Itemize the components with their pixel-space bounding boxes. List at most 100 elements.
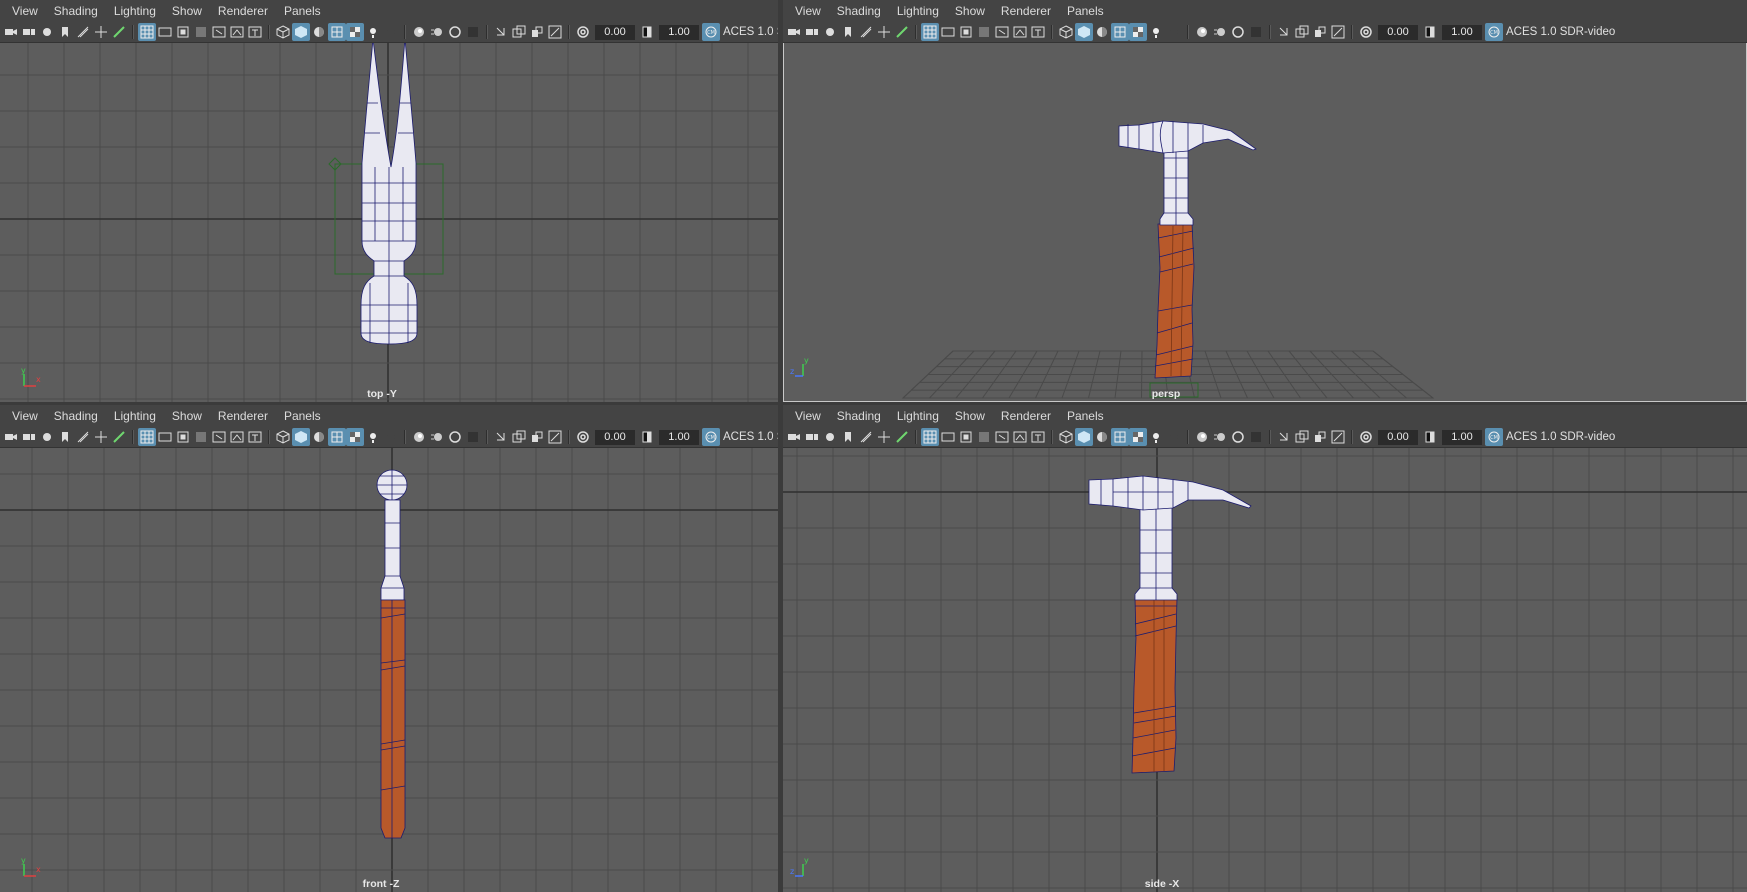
use-all-lights-icon[interactable] (364, 428, 382, 446)
menu-show[interactable]: Show (164, 405, 210, 427)
isolate-select-icon[interactable] (492, 428, 510, 446)
viewport-panel-front[interactable]: View Shading Lighting Show Renderer Pane… (0, 405, 778, 892)
gamma-field[interactable] (1442, 24, 1482, 40)
anti-aliasing-icon[interactable] (1229, 23, 1247, 41)
safe-action-icon[interactable] (1011, 428, 1029, 446)
gate-mask-icon[interactable] (975, 428, 993, 446)
menu-view[interactable]: View (787, 405, 829, 427)
isolate-select-icon[interactable] (492, 23, 510, 41)
grid-icon[interactable] (138, 23, 156, 41)
image-plane-icon[interactable] (857, 23, 875, 41)
field-chart-icon[interactable] (210, 23, 228, 41)
camera-attributes-icon[interactable] (20, 23, 38, 41)
smooth-shade-icon[interactable] (1075, 23, 1093, 41)
smooth-shade-icon[interactable] (1075, 428, 1093, 446)
menu-show[interactable]: Show (947, 0, 993, 22)
motion-blur-icon[interactable] (1211, 428, 1229, 446)
exposure-icon[interactable] (1357, 23, 1375, 41)
menu-shading[interactable]: Shading (46, 405, 106, 427)
field-chart-icon[interactable] (993, 23, 1011, 41)
shadows-icon[interactable] (382, 23, 400, 41)
wireframe-icon[interactable] (274, 428, 292, 446)
default-material-icon[interactable] (1093, 428, 1111, 446)
resolution-gate-icon[interactable] (957, 428, 975, 446)
shadows-icon[interactable] (382, 428, 400, 446)
default-material-icon[interactable] (310, 428, 328, 446)
menu-shading[interactable]: Shading (46, 0, 106, 22)
color-management-icon[interactable]: CM (702, 23, 720, 41)
xray-joints-icon[interactable] (1329, 23, 1347, 41)
motion-blur-icon[interactable] (428, 23, 446, 41)
select-camera-icon[interactable] (2, 428, 20, 446)
image-plane-icon[interactable] (74, 428, 92, 446)
depth-of-field-icon[interactable] (1247, 23, 1265, 41)
screen-space-ao-icon[interactable] (1193, 428, 1211, 446)
xray-icon[interactable] (1293, 23, 1311, 41)
menu-shading[interactable]: Shading (829, 405, 889, 427)
depth-of-field-icon[interactable] (464, 23, 482, 41)
film-gate-icon[interactable] (156, 23, 174, 41)
viewport-top[interactable]: top -Y y x (0, 43, 778, 402)
menu-view[interactable]: View (4, 405, 46, 427)
xray-active-components-icon[interactable] (528, 23, 546, 41)
menu-renderer[interactable]: Renderer (210, 0, 276, 22)
screen-space-ao-icon[interactable] (410, 428, 428, 446)
wireframe-on-shaded-icon[interactable] (328, 23, 346, 41)
screen-space-ao-icon[interactable] (1193, 23, 1211, 41)
bookmark-icon[interactable] (839, 428, 857, 446)
textured-icon[interactable] (1129, 428, 1147, 446)
menu-lighting[interactable]: Lighting (106, 405, 164, 427)
gate-mask-icon[interactable] (192, 23, 210, 41)
safe-title-icon[interactable] (1029, 428, 1047, 446)
color-management-icon[interactable]: CM (702, 428, 720, 446)
exposure-field[interactable] (1378, 24, 1418, 40)
film-gate-icon[interactable] (939, 23, 957, 41)
menu-lighting[interactable]: Lighting (106, 0, 164, 22)
gamma-field[interactable] (1442, 429, 1482, 445)
menu-view[interactable]: View (4, 0, 46, 22)
image-plane-icon[interactable] (74, 23, 92, 41)
anti-aliasing-icon[interactable] (1229, 428, 1247, 446)
safe-title-icon[interactable] (246, 428, 264, 446)
menu-panels[interactable]: Panels (276, 405, 329, 427)
menu-view[interactable]: View (787, 0, 829, 22)
menu-renderer[interactable]: Renderer (993, 0, 1059, 22)
gamma-icon[interactable] (1421, 23, 1439, 41)
exposure-field[interactable] (595, 24, 635, 40)
smooth-shade-icon[interactable] (292, 23, 310, 41)
screen-space-ao-icon[interactable] (410, 23, 428, 41)
textured-icon[interactable] (1129, 23, 1147, 41)
bookmarks-icon[interactable] (821, 23, 839, 41)
2d-pan-zoom-icon[interactable] (875, 428, 893, 446)
menu-panels[interactable]: Panels (1059, 0, 1112, 22)
wireframe-on-shaded-icon[interactable] (328, 428, 346, 446)
shadows-icon[interactable] (1165, 23, 1183, 41)
gamma-icon[interactable] (1421, 428, 1439, 446)
gamma-field[interactable] (659, 429, 699, 445)
select-camera-icon[interactable] (2, 23, 20, 41)
textured-icon[interactable] (346, 428, 364, 446)
use-all-lights-icon[interactable] (1147, 428, 1165, 446)
viewport-persp[interactable]: persp y z (783, 43, 1747, 402)
anti-aliasing-icon[interactable] (446, 23, 464, 41)
color-space-label[interactable]: ACES 1.0 SDR-video (723, 431, 778, 443)
isolate-select-icon[interactable] (1275, 428, 1293, 446)
gamma-icon[interactable] (638, 23, 656, 41)
select-camera-icon[interactable] (785, 23, 803, 41)
xray-joints-icon[interactable] (546, 428, 564, 446)
exposure-icon[interactable] (574, 428, 592, 446)
anti-aliasing-icon[interactable] (446, 428, 464, 446)
menu-lighting[interactable]: Lighting (889, 0, 947, 22)
safe-action-icon[interactable] (228, 428, 246, 446)
grease-pencil-icon[interactable] (893, 23, 911, 41)
gate-mask-icon[interactable] (975, 23, 993, 41)
camera-attributes-icon[interactable] (803, 23, 821, 41)
xray-active-components-icon[interactable] (1311, 23, 1329, 41)
exposure-field[interactable] (1378, 429, 1418, 445)
exposure-icon[interactable] (1357, 428, 1375, 446)
xray-icon[interactable] (510, 428, 528, 446)
grease-pencil-icon[interactable] (110, 428, 128, 446)
wireframe-on-shaded-icon[interactable] (1111, 23, 1129, 41)
gamma-icon[interactable] (638, 428, 656, 446)
wireframe-icon[interactable] (1057, 23, 1075, 41)
